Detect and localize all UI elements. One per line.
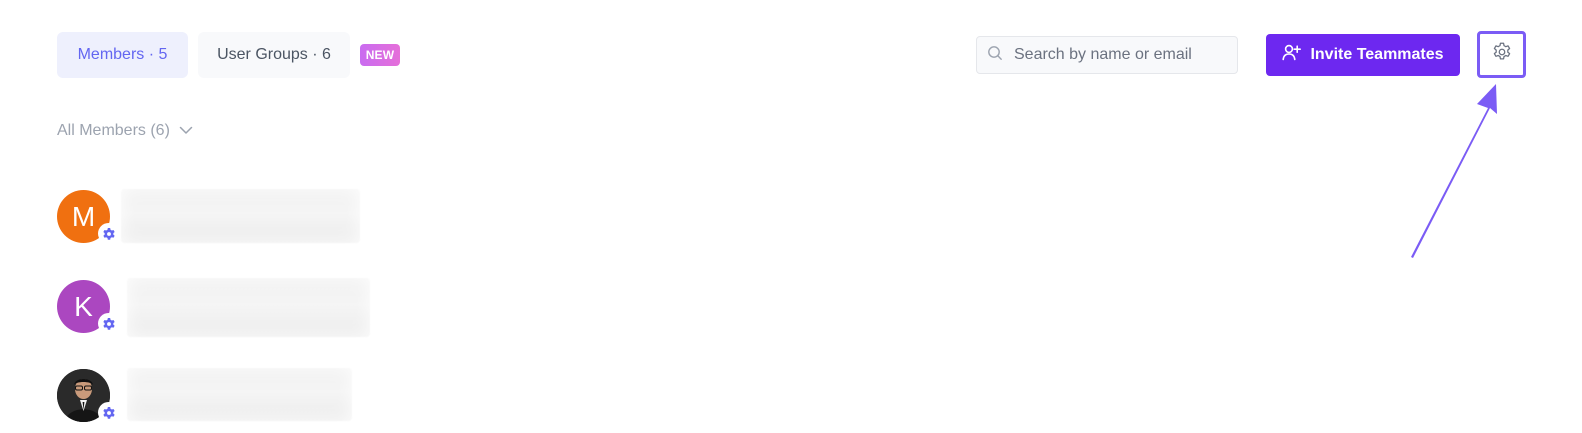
tab-members-label: Members · 5 xyxy=(77,46,168,63)
search-icon xyxy=(987,45,1003,66)
gear-icon xyxy=(98,223,119,244)
invite-teammates-button[interactable]: Invite Teammates xyxy=(1266,34,1460,76)
settings-button[interactable] xyxy=(1477,31,1526,78)
search-input[interactable] xyxy=(1012,45,1226,65)
tab-user-groups[interactable]: User Groups · 6 xyxy=(198,32,350,78)
avatar xyxy=(57,369,119,423)
member-info-redacted xyxy=(121,189,360,243)
avatar: M xyxy=(57,190,119,244)
tab-user-groups-label: User Groups · 6 xyxy=(217,46,331,63)
gear-icon xyxy=(1491,41,1513,68)
member-row[interactable] xyxy=(57,369,119,423)
member-info-redacted xyxy=(127,278,370,337)
gear-icon xyxy=(98,313,119,334)
gear-icon xyxy=(98,402,119,423)
search-box[interactable] xyxy=(976,36,1238,74)
member-info-redacted xyxy=(127,368,352,421)
chevron-down-icon xyxy=(179,122,193,140)
member-row[interactable]: K xyxy=(57,280,119,334)
tab-members[interactable]: Members · 5 xyxy=(57,32,188,78)
members-filter-dropdown[interactable]: All Members (6) xyxy=(57,122,193,140)
invite-teammates-label: Invite Teammates xyxy=(1310,46,1444,63)
member-row[interactable]: M xyxy=(57,190,119,244)
new-badge: NEW xyxy=(360,44,400,66)
user-plus-icon xyxy=(1282,44,1302,66)
avatar: K xyxy=(57,280,119,334)
members-filter-label: All Members (6) xyxy=(57,122,170,139)
